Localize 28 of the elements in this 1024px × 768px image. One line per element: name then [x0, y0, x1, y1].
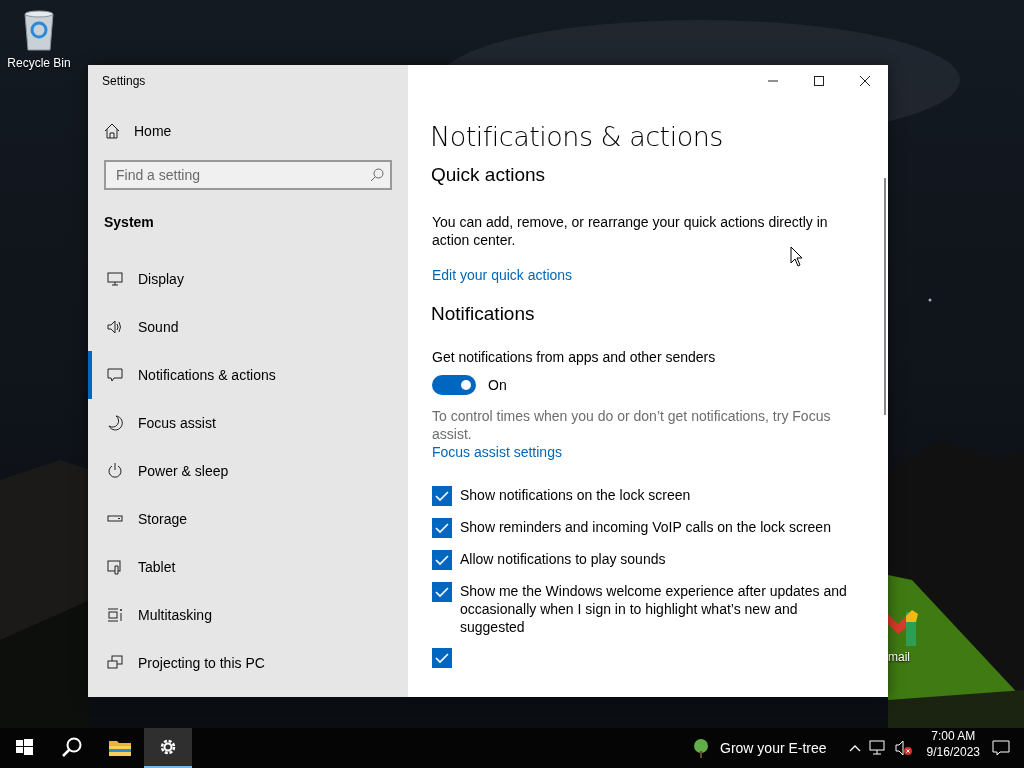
settings-link[interactable]: Focus assist settings [432, 444, 562, 460]
section-heading: Quick actions [431, 164, 547, 186]
toggle-state: On [488, 377, 507, 393]
sidebar-item[interactable]: Focus assist [88, 399, 408, 447]
section-heading: Notifications [431, 303, 536, 325]
sidebar-item[interactable]: Multitasking [88, 591, 408, 639]
search-field[interactable]: Find a setting [104, 160, 392, 190]
page-title: Notifications & actions [430, 121, 724, 152]
toggle-label: Get notifications from apps and other senders [432, 349, 717, 365]
sidebar-item[interactable]: Tablet [88, 543, 408, 591]
sidebar-item[interactable]: Sound [88, 303, 408, 351]
icon-label: Recycle Bin [7, 56, 71, 70]
home-link[interactable]: Home [104, 121, 172, 141]
section-title: System [104, 214, 155, 230]
description-text: You can add, remove, or rearrange your quick actions directly in action center. [432, 213, 829, 249]
window-title: Settings [101, 73, 147, 88]
checkbox-label: Show me the Windows welcome experience after updates and occasionally when I sign in to highlight what’s new and suggested [460, 582, 848, 636]
hint-text: To control times when you do or don’t get notifications, try Focus assist. [432, 407, 832, 443]
sidebar-item[interactable]: Projecting to this PC [88, 639, 408, 687]
settings-link[interactable]: Edit your quick actions [432, 267, 573, 283]
checkbox-label: Show notifications on the lock screen [460, 486, 691, 504]
checkbox-label: Show reminders and incoming VoIP calls on the lock screen [460, 518, 831, 536]
sidebar-item[interactable]: Power & sleep [88, 447, 408, 495]
sidebar-item[interactable]: Display [88, 255, 408, 303]
sidebar-item[interactable]: Storage [88, 495, 408, 543]
news-widget[interactable]: Grow your E-tree [692, 728, 827, 768]
checkbox-label: Allow notifications to play sounds [460, 550, 666, 568]
icon-label: mail [888, 650, 910, 664]
